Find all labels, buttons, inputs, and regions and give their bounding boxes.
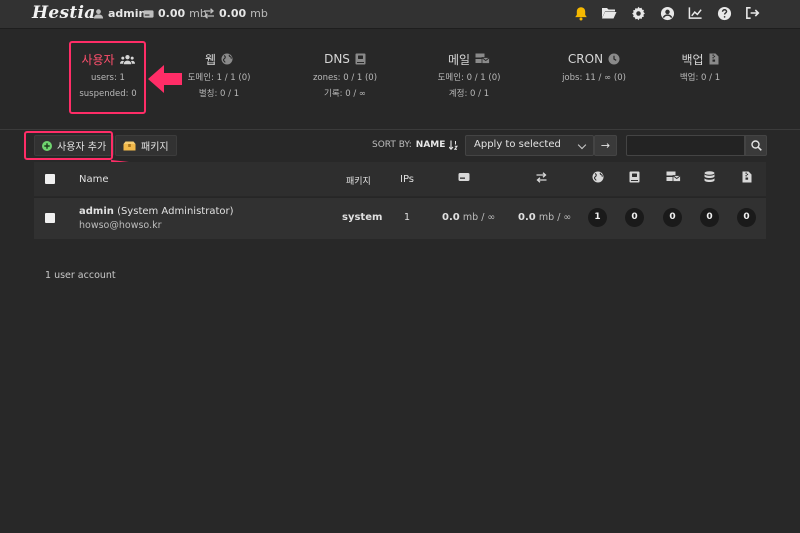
bandwidth-unit: mb xyxy=(250,7,268,20)
bulk-action-select[interactable]: Apply to selected xyxy=(465,135,594,156)
row-ips: 1 xyxy=(404,212,411,223)
stat-cron-line1: jobs: 11 / ∞ (0) xyxy=(562,73,626,83)
transfer-icon xyxy=(203,8,215,19)
highlight-add-user-box xyxy=(24,131,113,160)
row-web-count: 1 xyxy=(588,208,607,227)
user-circle-icon[interactable] xyxy=(660,6,676,22)
book-icon xyxy=(355,53,366,65)
row-bandwidth-value: 0.0 xyxy=(518,212,536,223)
bandwidth-usage: 0.00 mb xyxy=(203,7,268,20)
row-bandwidth: 0.0 mb / ∞ xyxy=(518,212,571,223)
disk-value: 0.00 xyxy=(158,7,186,20)
username-label: admin xyxy=(108,7,147,20)
stat-mail[interactable]: 메일 도메인: 0 / 1 (0) 계정: 0 / 1 xyxy=(409,51,529,100)
row-package: system xyxy=(342,212,383,223)
globe-icon xyxy=(221,53,233,65)
file-archive-icon xyxy=(709,53,719,65)
bandwidth-value: 0.00 xyxy=(219,7,247,20)
packages-label: 패키지 xyxy=(141,142,169,153)
disk-usage: 0.00 mb xyxy=(143,7,207,20)
user-name-cell: admin (System Administrator) xyxy=(79,206,234,217)
user-icon xyxy=(93,8,104,19)
row-disk-unit: mb / ∞ xyxy=(462,212,496,223)
header-name[interactable]: Name xyxy=(79,174,109,185)
mail-server-icon xyxy=(475,53,490,65)
row-disk-value: 0.0 xyxy=(442,212,460,223)
row-mail-count: 0 xyxy=(663,208,682,227)
database-icon xyxy=(704,171,715,183)
bulk-action-value: Apply to selected xyxy=(474,139,561,150)
sort-by-control[interactable]: SORT BY: NAME xyxy=(372,140,459,150)
row-disk: 0.0 mb / ∞ xyxy=(442,212,495,223)
sort-by-value: NAME xyxy=(415,140,446,150)
hdd-icon xyxy=(143,9,154,19)
packages-button[interactable]: 패키지 xyxy=(115,135,177,156)
stat-backup-title: 백업 xyxy=(640,51,760,67)
mail-server-icon xyxy=(666,171,681,183)
globe-icon xyxy=(592,171,604,183)
table-header: Name 패키지 IPs xyxy=(34,162,766,196)
divider xyxy=(0,129,800,130)
stat-dns-title: DNS xyxy=(285,51,405,67)
stat-backup-line1: 백업: 0 / 1 xyxy=(679,73,721,83)
row-checkbox[interactable] xyxy=(45,213,55,223)
stat-cron-title: CRON xyxy=(534,51,654,67)
hestia-logo[interactable]: Hestia xyxy=(32,3,96,25)
user-count-text: 1 user account xyxy=(45,270,116,281)
header-ips[interactable]: IPs xyxy=(400,174,414,185)
search-icon xyxy=(751,140,762,151)
book-icon xyxy=(629,171,640,183)
current-user[interactable]: admin xyxy=(93,7,146,20)
package-icon xyxy=(123,141,136,151)
bell-icon[interactable] xyxy=(574,6,590,22)
apply-bulk-button[interactable]: → xyxy=(594,135,617,156)
sort-arrows-icon xyxy=(449,140,459,150)
transfer-icon xyxy=(535,172,548,183)
stat-dns-line2: 기록: 0 / ∞ xyxy=(324,89,366,99)
search-button[interactable] xyxy=(745,135,767,156)
stat-backup[interactable]: 백업 백업: 0 / 1 xyxy=(640,51,760,84)
highlight-users-box xyxy=(69,41,146,114)
row-bandwidth-unit: mb / ∞ xyxy=(538,212,572,223)
stat-dns-line1: zones: 0 / 1 (0) xyxy=(312,73,378,83)
clock-icon xyxy=(608,53,620,65)
chart-line-icon[interactable] xyxy=(688,6,704,22)
stat-cron[interactable]: CRON jobs: 11 / ∞ (0) xyxy=(534,51,654,83)
file-archive-icon xyxy=(742,171,752,183)
disk-icon xyxy=(458,172,470,182)
help-icon[interactable] xyxy=(717,6,733,22)
row-db-count: 0 xyxy=(700,208,719,227)
stat-mail-title: 메일 xyxy=(409,51,529,67)
stat-mail-line2: 계정: 0 / 1 xyxy=(448,89,490,99)
header-package[interactable]: 패키지 xyxy=(346,174,371,187)
pointer-arrow-icon xyxy=(148,65,182,93)
stat-dns[interactable]: DNS zones: 0 / 1 (0) 기록: 0 / ∞ xyxy=(285,51,405,99)
sort-by-label: SORT BY: xyxy=(372,140,412,150)
row-dns-count: 0 xyxy=(625,208,644,227)
table-row[interactable]: admin (System Administrator) howso@howso… xyxy=(34,197,766,239)
logout-icon[interactable] xyxy=(745,6,761,22)
search-input[interactable] xyxy=(626,135,745,156)
row-fullname: (System Administrator) xyxy=(117,206,234,217)
folder-open-icon[interactable] xyxy=(601,6,617,22)
row-email: howso@howso.kr xyxy=(79,220,162,231)
top-bar: Hestia admin 0.00 mb 0.00 mb xyxy=(0,0,800,29)
select-all-checkbox[interactable] xyxy=(45,174,55,184)
chevron-down-icon xyxy=(577,140,587,150)
gear-icon[interactable] xyxy=(631,6,647,22)
row-username[interactable]: admin xyxy=(79,206,114,217)
row-backups-count: 0 xyxy=(737,208,756,227)
stat-mail-line1: 도메인: 0 / 1 (0) xyxy=(437,73,501,83)
